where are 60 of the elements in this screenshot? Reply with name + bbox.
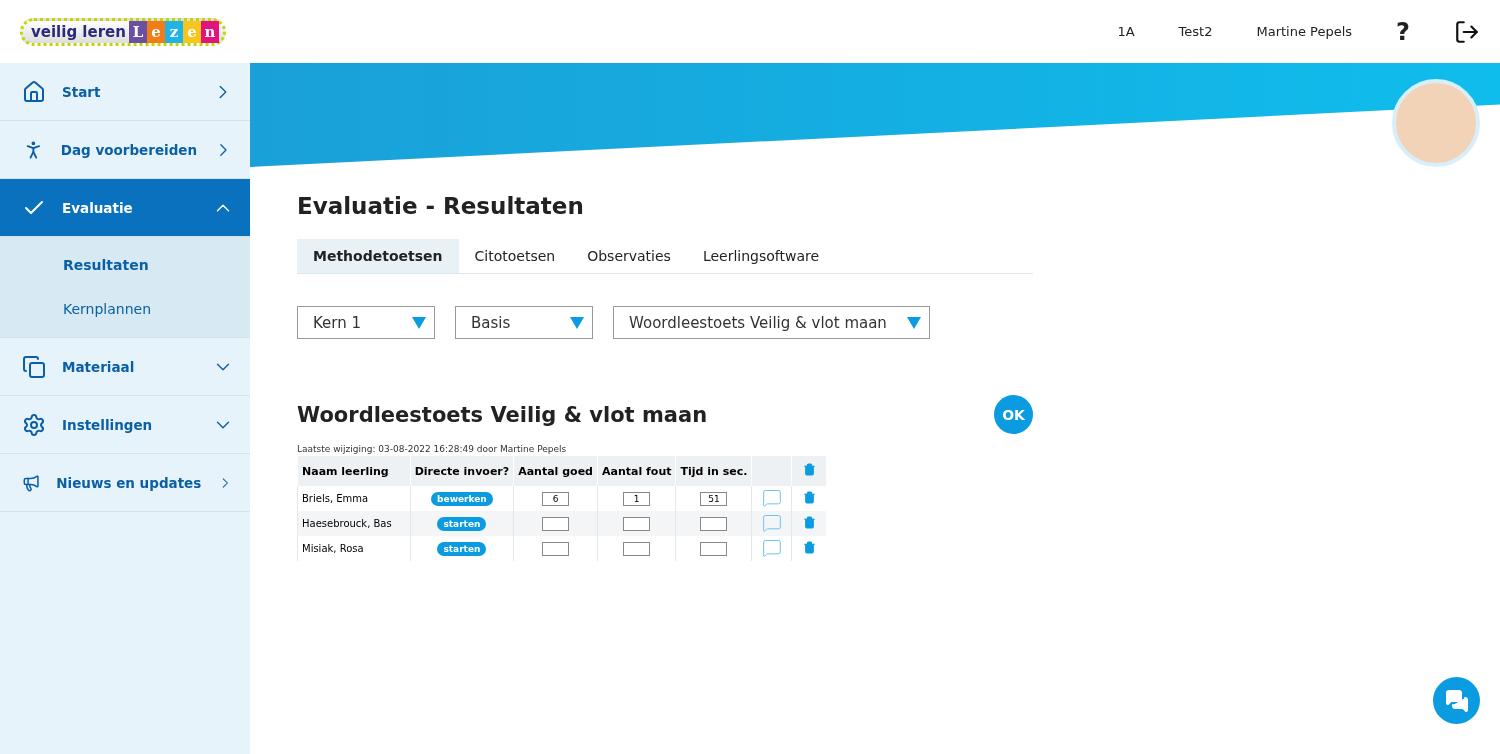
table-cell: Briels, Emma [297,486,411,511]
column-header: Aantal fout [597,456,676,486]
input-field[interactable] [700,516,728,531]
column-header: Naam leerling [297,456,411,486]
dropdown[interactable]: Woordleestoets Veilig & vlot maan [613,306,930,339]
cards-icon [22,354,46,379]
input-field[interactable]: 6 [542,491,570,506]
comment-icon[interactable] [761,512,782,533]
trash-icon[interactable] [802,491,816,504]
caret-icon [906,316,921,329]
nav-item[interactable]: Nieuws en updates [0,454,250,512]
input-field[interactable] [700,541,728,556]
input-field[interactable] [623,516,651,531]
logo-letter: z [164,20,183,43]
table-cell: Haesebrouck, Bas [297,511,411,536]
comment-icon[interactable] [761,537,782,558]
chat-icon [1444,688,1469,713]
chat-button[interactable] [1433,677,1480,724]
submenu-item[interactable]: Kernplannen [0,287,250,331]
gear-icon [22,412,46,437]
last-change-text: Laatste wijziging: 03-08-2022 16:28:49 door Martine Pepels [297,444,568,454]
logo-letter: n [200,20,219,43]
trash-icon[interactable] [802,463,816,476]
submenu-item[interactable]: Resultaten [0,243,250,287]
tab[interactable]: Citotoetsen [458,239,572,273]
logo[interactable]: veilig leren L e z e n [20,17,226,46]
column-header: Directe invoer? [410,456,514,486]
dropdown[interactable]: Kern 1 [297,306,435,339]
column-header: Tijd in sec. [675,456,752,486]
table-cell: Misiak, Rosa [297,536,411,561]
header-link[interactable]: Test2 [1178,24,1213,39]
dropdown[interactable]: Basis [455,306,593,339]
help-button[interactable]: ? [1396,17,1410,46]
trash-icon[interactable] [802,516,816,529]
logout-icon[interactable] [1454,18,1480,45]
tab[interactable]: Leerlingsoftware [686,239,836,273]
input-field[interactable] [623,541,651,556]
logo-text: veilig leren [31,22,126,41]
section-title: Woordleestoets Veilig & vlot maan [297,402,708,427]
comment-icon[interactable] [761,487,782,508]
logo-letter: L [128,20,147,43]
input-field[interactable]: 1 [623,491,651,506]
input-field[interactable] [542,541,570,556]
nav-item[interactable]: Evaluatie [0,179,250,237]
nav-item[interactable]: Instellingen [0,396,250,454]
input-field[interactable] [542,516,570,531]
trash-icon[interactable] [802,541,816,554]
caret-icon [570,316,584,329]
logo-letter: e [146,20,165,43]
tab[interactable]: Methodetoetsen [297,239,459,273]
nav-item[interactable]: Materiaal [0,338,250,396]
tab[interactable]: Observaties [571,239,687,273]
input-field[interactable]: 51 [700,491,728,506]
column-header: Aantal goed [513,456,598,486]
page-title: Evaluatie - Resultaten [297,193,585,219]
header-link[interactable]: Martine Pepels [1256,24,1353,39]
logo-letter: e [182,20,201,43]
caret-icon [412,316,426,329]
header-link[interactable]: 1A [1117,24,1135,39]
home-icon [22,79,46,104]
